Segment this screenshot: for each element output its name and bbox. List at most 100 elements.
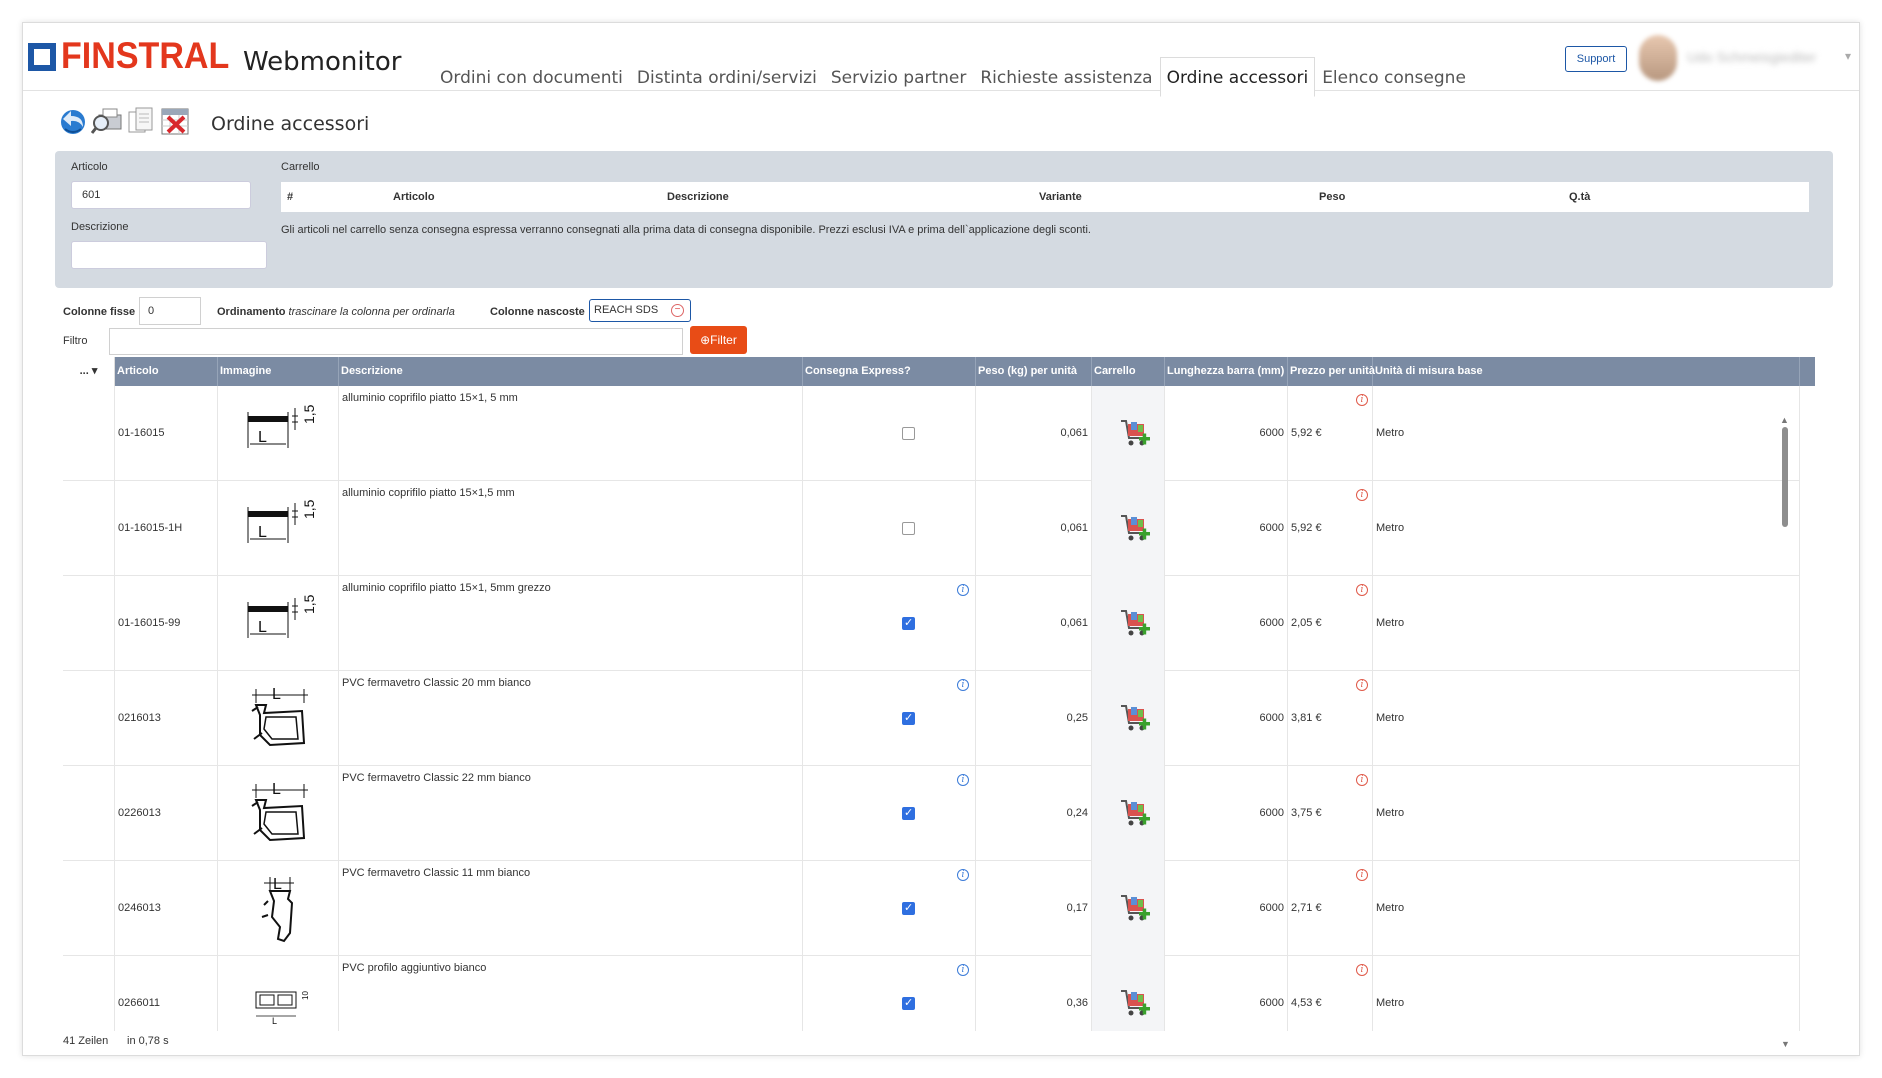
nav-tab-3[interactable]: Richieste assistenza xyxy=(973,57,1159,97)
col-header-7[interactable]: Lunghezza barra (mm) xyxy=(1165,357,1288,386)
nav-tab-0[interactable]: Ordini con documenti xyxy=(433,57,630,97)
row-selector[interactable] xyxy=(63,766,115,861)
lunghezza-cell: 6000 xyxy=(1165,671,1288,766)
col-header-6[interactable]: Carrello xyxy=(1092,357,1165,386)
grid-scrollbar[interactable]: ▲ ▼ xyxy=(1780,415,1790,1049)
brand-logo[interactable]: FINSTRAL xyxy=(61,35,229,77)
row-selector[interactable] xyxy=(63,386,115,481)
cart-cell xyxy=(1092,861,1165,956)
articles-grid: ... ▾ Articolo Immagine Descrizione Consegna… xyxy=(63,357,1815,1031)
table-row[interactable]: 0246013 L PVC fermavetro Classic 11 mm bia… xyxy=(63,861,1800,956)
refresh-icon[interactable] xyxy=(57,105,89,137)
filter-button[interactable]: ⊕Filter xyxy=(690,326,747,354)
col-header-4[interactable]: Consegna Express? xyxy=(803,357,976,386)
lunghezza-cell: 6000 xyxy=(1165,481,1288,576)
scroll-up-icon[interactable]: ▲ xyxy=(1780,415,1789,425)
nav-tab-1[interactable]: Distinta ordini/servizi xyxy=(630,57,824,97)
express-checkbox[interactable] xyxy=(902,902,915,915)
add-to-cart-icon[interactable] xyxy=(1118,701,1152,735)
col-header-8[interactable]: Prezzo per unità xyxy=(1288,357,1375,386)
prezzo-cell: 5,92 € i xyxy=(1288,386,1373,481)
peso-cell: 0,17 xyxy=(976,861,1092,956)
price-info-icon[interactable]: i xyxy=(1356,869,1368,881)
col-header-1[interactable]: Articolo xyxy=(115,357,218,386)
profile-drawing-icon: L xyxy=(251,686,308,747)
express-checkbox[interactable] xyxy=(902,522,915,535)
info-icon[interactable]: i xyxy=(957,584,969,596)
app-window: FINSTRAL Webmonitor Ordini con documenti… xyxy=(22,22,1860,1056)
price-info-icon[interactable]: i xyxy=(1356,964,1368,976)
prezzo-value: 4,53 € xyxy=(1291,997,1322,1009)
remove-icon[interactable]: − xyxy=(671,304,684,317)
lunghezza-cell: 6000 xyxy=(1165,956,1288,1031)
add-to-cart-icon[interactable] xyxy=(1118,416,1152,450)
delete-calendar-icon[interactable] xyxy=(159,105,191,137)
add-to-cart-icon[interactable] xyxy=(1118,606,1152,640)
row-selector[interactable] xyxy=(63,861,115,956)
nav-tab-5[interactable]: Elenco consegne xyxy=(1315,57,1473,97)
express-checkbox[interactable] xyxy=(902,997,915,1010)
support-button[interactable]: Support xyxy=(1565,46,1627,72)
col-header-0[interactable]: ... ▾ xyxy=(63,357,115,386)
express-checkbox[interactable] xyxy=(902,807,915,820)
image-cell: L 10 xyxy=(218,956,339,1031)
row-selector[interactable] xyxy=(63,956,115,1031)
unita-cell: Metro xyxy=(1373,956,1800,1031)
express-checkbox[interactable] xyxy=(902,617,915,630)
svg-text:1,5: 1,5 xyxy=(301,594,317,614)
col-header-5[interactable]: Peso (kg) per unità xyxy=(976,357,1092,386)
price-info-icon[interactable]: i xyxy=(1356,584,1368,596)
nav-tab-4[interactable]: Ordine accessori xyxy=(1159,57,1316,97)
load-time: in 0,78 s xyxy=(127,1035,169,1047)
express-cell: i xyxy=(803,576,976,671)
descrizione-cell: alluminio coprifilo piatto 15×1, 5 mm xyxy=(339,386,803,481)
table-row[interactable]: 0216013 L PVC fermavetro Classic 20 mm bia… xyxy=(63,671,1800,766)
peso-cell: 0,24 xyxy=(976,766,1092,861)
user-name[interactable]: Udo Schmeisgiediter xyxy=(1687,49,1816,65)
info-icon[interactable]: i xyxy=(957,679,969,691)
profile-drawing-icon: L xyxy=(251,781,308,842)
col-header-9[interactable]: Unità di misura base xyxy=(1373,357,1800,386)
table-row[interactable]: 01-16015 L 1,5 alluminio coprifilo piatto 1… xyxy=(63,386,1800,481)
info-icon[interactable]: i xyxy=(957,964,969,976)
descrizione-cell: PVC profilo aggiuntivo bianco xyxy=(339,956,803,1031)
descrizione-input[interactable] xyxy=(71,241,267,269)
hidden-cols-select[interactable]: REACH SDS − xyxy=(589,299,691,322)
add-to-cart-icon[interactable] xyxy=(1118,796,1152,830)
avatar[interactable] xyxy=(1639,35,1677,81)
price-info-icon[interactable]: i xyxy=(1356,394,1368,406)
table-row[interactable]: 0226013 L PVC fermavetro Classic 22 mm bia… xyxy=(63,766,1800,861)
filter-input[interactable] xyxy=(109,328,683,355)
info-icon[interactable]: i xyxy=(957,774,969,786)
articolo-cell: 0226013 xyxy=(115,766,218,861)
express-checkbox[interactable] xyxy=(902,712,915,725)
add-to-cart-icon[interactable] xyxy=(1118,891,1152,925)
svg-text:L: L xyxy=(258,429,267,446)
row-selector[interactable] xyxy=(63,671,115,766)
user-menu-chevron-icon[interactable]: ▾ xyxy=(1845,49,1851,63)
scroll-down-icon[interactable]: ▼ xyxy=(1781,1039,1790,1049)
search-printer-icon[interactable] xyxy=(90,105,123,137)
table-row[interactable]: 01-16015-99 L 1,5 alluminio coprifilo piatt… xyxy=(63,576,1800,671)
col-header-3[interactable]: Descrizione xyxy=(339,357,803,386)
table-row[interactable]: 01-16015-1H L 1,5 alluminio coprifilo piatt… xyxy=(63,481,1800,576)
col-header-2[interactable]: Immagine xyxy=(218,357,339,386)
price-info-icon[interactable]: i xyxy=(1356,774,1368,786)
image-cell: L 1,5 xyxy=(218,481,339,576)
add-to-cart-icon[interactable] xyxy=(1118,511,1152,545)
fixed-cols-input[interactable]: 0 xyxy=(139,297,201,325)
express-checkbox[interactable] xyxy=(902,427,915,440)
row-selector[interactable] xyxy=(63,576,115,671)
price-info-icon[interactable]: i xyxy=(1356,679,1368,691)
top-header: FINSTRAL Webmonitor Ordini con documenti… xyxy=(23,23,1859,97)
table-row[interactable]: 0266011 L 10 PVC profilo aggiuntivo bianco i… xyxy=(63,956,1800,1031)
prezzo-value: 2,05 € xyxy=(1291,617,1322,629)
copy-document-icon[interactable] xyxy=(125,105,157,137)
add-to-cart-icon[interactable] xyxy=(1118,986,1152,1020)
scroll-thumb[interactable] xyxy=(1782,427,1788,527)
row-selector[interactable] xyxy=(63,481,115,576)
price-info-icon[interactable]: i xyxy=(1356,489,1368,501)
articolo-input[interactable]: 601 xyxy=(71,181,251,209)
nav-tab-2[interactable]: Servizio partner xyxy=(824,57,974,97)
info-icon[interactable]: i xyxy=(957,869,969,881)
